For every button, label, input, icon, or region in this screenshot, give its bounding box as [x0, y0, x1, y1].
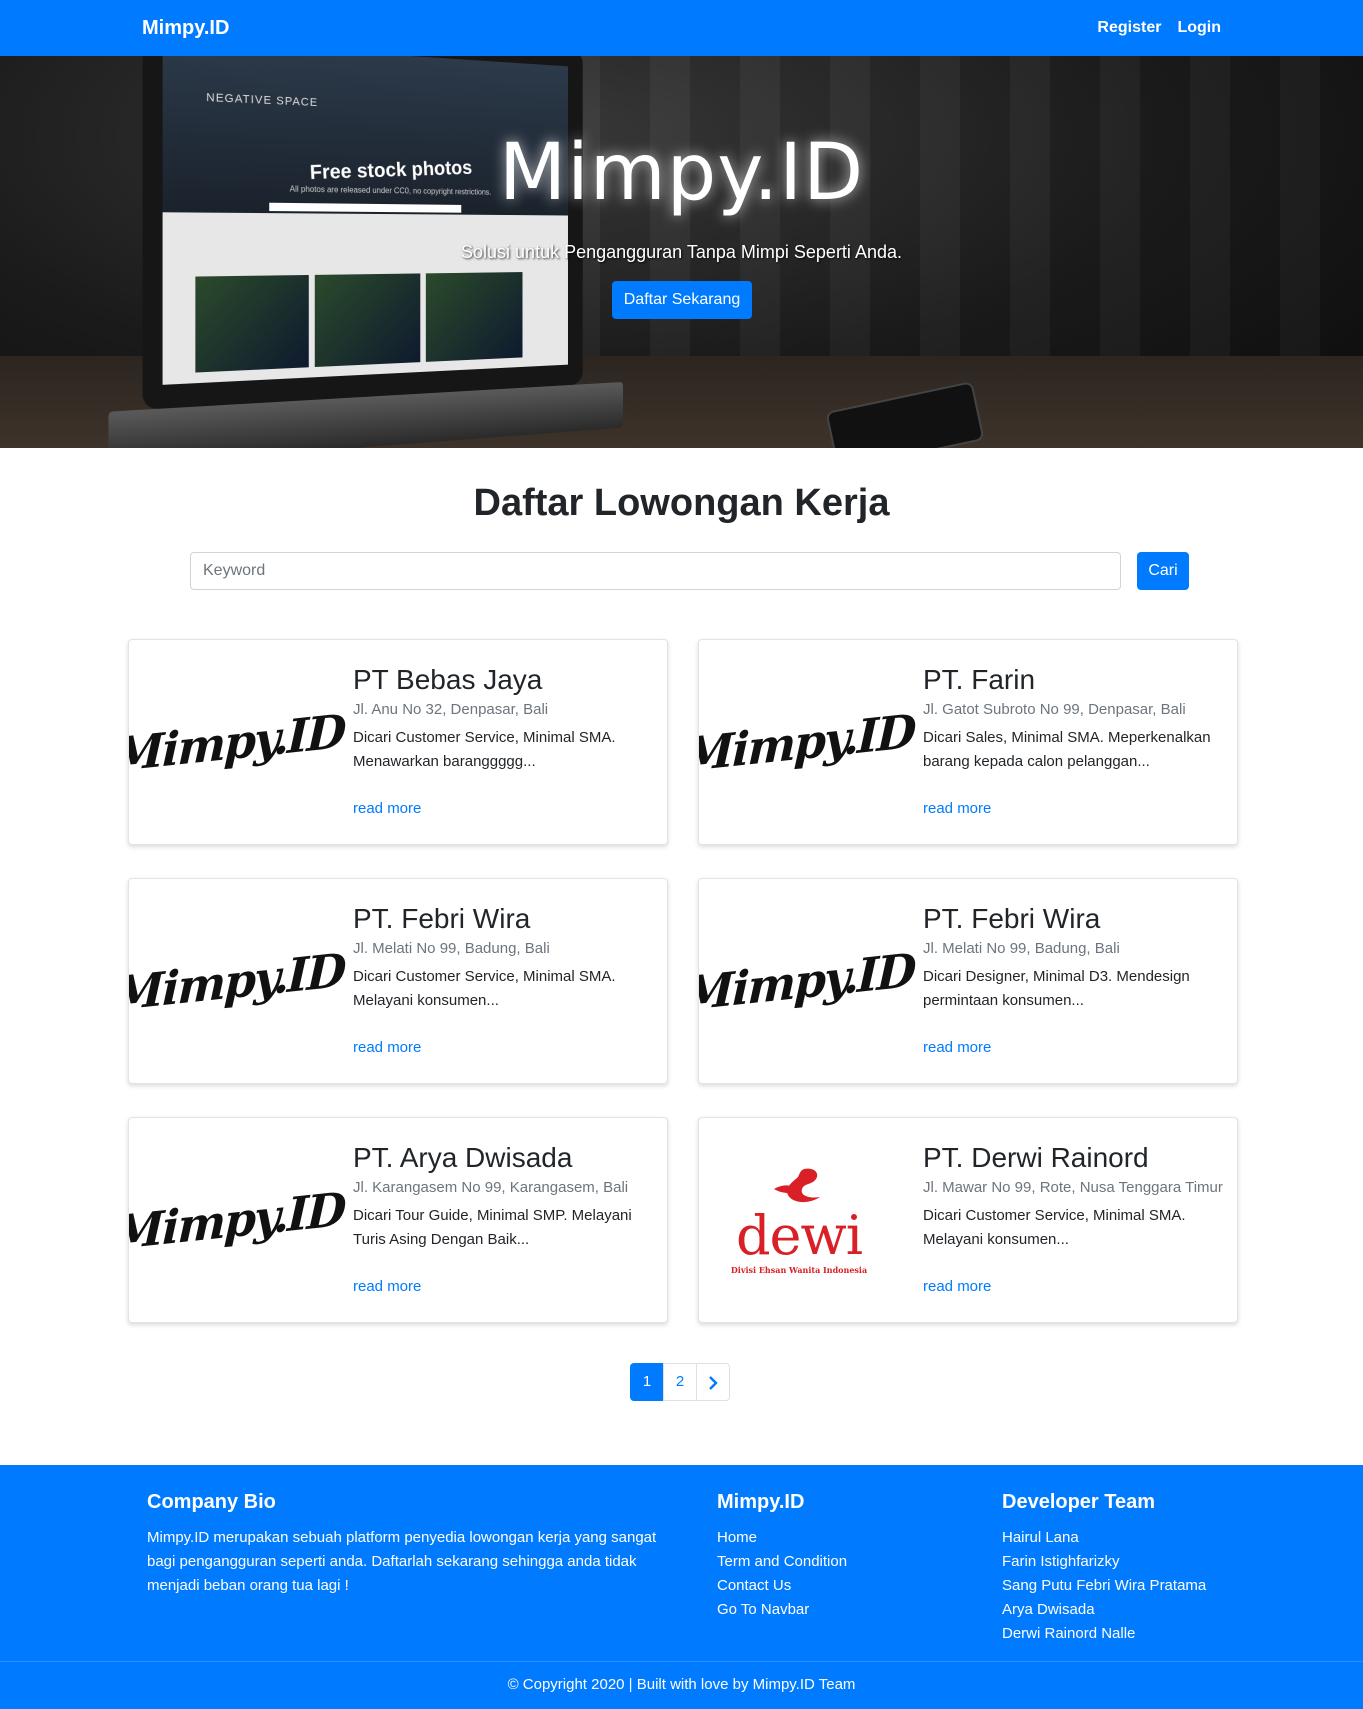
company-logo: Mimpy.ID — [129, 879, 345, 1083]
page-1-link[interactable]: 1 — [630, 1363, 664, 1401]
footer-team-title: Developer Team — [1002, 1491, 1156, 1513]
company-address: Jl. Anu No 32, Denpasar, Bali — [353, 701, 549, 718]
search-button[interactable]: Cari — [1137, 552, 1189, 590]
mimpy-logo-text: Mimpy.ID — [698, 703, 916, 783]
page-title: Daftar Lowongan Kerja — [473, 482, 890, 524]
company-address: Jl. Melati No 99, Badung, Bali — [923, 940, 1120, 957]
company-name: PT. Arya Dwisada — [353, 1142, 573, 1173]
job-card-body: PT. Febri Wira Jl. Melati No 99, Badung,… — [923, 903, 1223, 1013]
hero-subtitle: Solusi untuk Pengangguran Tanpa Mimpi Se… — [461, 242, 902, 262]
footer-link-item: Go To Navbar — [717, 1598, 847, 1622]
company-logo: Mimpy.ID — [699, 879, 915, 1083]
dewi-figure-icon — [774, 1168, 820, 1203]
chevron-right-icon — [709, 1376, 718, 1390]
read-more-link[interactable]: read more — [923, 1039, 991, 1056]
footer-site-list: Home Term and Condition Contact Us Go To… — [717, 1526, 847, 1622]
company-logo: Mimpy.ID — [129, 1118, 345, 1322]
register-now-button[interactable]: Daftar Sekarang — [612, 281, 752, 319]
mimpy-logo-text: Mimpy.ID — [698, 942, 916, 1022]
company-address: Jl. Gatot Subroto No 99, Denpasar, Bali — [923, 701, 1186, 718]
job-card: Mimpy.ID PT. Febri Wira Jl. Melati No 99… — [128, 878, 668, 1084]
search-input[interactable] — [190, 552, 1121, 590]
mimpy-logo-text: Mimpy.ID — [128, 942, 346, 1022]
login-link[interactable]: Login — [1177, 19, 1221, 37]
job-description: Dicari Customer Service, Minimal SMA. Me… — [353, 968, 616, 1009]
job-card: dewi Divisi Ehsan Wanita Indonesia PT. D… — [698, 1117, 1238, 1323]
read-more-link[interactable]: read more — [353, 800, 421, 817]
footer-company-bio: Company Bio Mimpy.ID merupakan sebuah pl… — [147, 1488, 667, 1598]
job-card: Mimpy.ID PT Bebas Jaya Jl. Anu No 32, De… — [128, 639, 668, 845]
footer-home-link[interactable]: Home — [717, 1529, 757, 1546]
job-description: Dicari Designer, Minimal D3. Mendesign p… — [923, 968, 1190, 1009]
footer-site-links: Mimpy.ID Home Term and Condition Contact… — [717, 1488, 847, 1622]
navbar: Mimpy.ID Register Login — [0, 0, 1363, 56]
company-name: PT. Febri Wira — [923, 903, 1101, 934]
hero-title: Mimpy.ID — [498, 128, 865, 218]
next-page-link[interactable] — [696, 1363, 730, 1401]
footer-team-list: Hairul Lana Farin Istighfarizky Sang Put… — [1002, 1526, 1206, 1646]
job-card: Mimpy.ID PT. Farin Jl. Gatot Subroto No … — [698, 639, 1238, 845]
job-description: Dicari Sales, Minimal SMA. Meperkenalkan… — [923, 729, 1211, 770]
footer: Company Bio Mimpy.ID merupakan sebuah pl… — [0, 1465, 1363, 1709]
dewi-logo: dewi Divisi Ehsan Wanita Indonesia — [731, 1165, 867, 1275]
footer-link-item: Home — [717, 1526, 847, 1550]
company-address: Jl. Melati No 99, Badung, Bali — [353, 940, 550, 957]
job-description: Dicari Tour Guide, Minimal SMP. Melayani… — [353, 1207, 632, 1248]
read-more-link[interactable]: read more — [923, 800, 991, 817]
pagination: 1 2 — [630, 1363, 730, 1401]
job-card: Mimpy.ID PT. Arya Dwisada Jl. Karangasem… — [128, 1117, 668, 1323]
company-address: Jl. Karangasem No 99, Karangasem, Bali — [353, 1179, 629, 1196]
dewi-logo-tagline: Divisi Ehsan Wanita Indonesia — [730, 1265, 868, 1275]
job-card-body: PT. Febri Wira Jl. Melati No 99, Badung,… — [353, 903, 653, 1013]
job-card-body: PT. Farin Jl. Gatot Subroto No 99, Denpa… — [923, 664, 1223, 774]
footer-bio-text: Mimpy.ID merupakan sebuah platform penye… — [147, 1529, 657, 1594]
read-more-link[interactable]: read more — [353, 1278, 421, 1295]
hero-banner: NEGATIVE SPACE Free stock photos All pho… — [0, 56, 1363, 448]
footer-navbar-link[interactable]: Go To Navbar — [717, 1601, 809, 1618]
page-2-link[interactable]: 2 — [663, 1363, 697, 1401]
brand-link[interactable]: Mimpy.ID — [142, 17, 229, 40]
read-more-link[interactable]: read more — [923, 1278, 991, 1295]
company-logo: Mimpy.ID — [699, 640, 915, 844]
job-description: Dicari Customer Service, Minimal SMA. Me… — [923, 1207, 1186, 1248]
footer-bio-title: Company Bio — [147, 1491, 276, 1513]
company-logo: Mimpy.ID — [129, 640, 345, 844]
footer-site-title: Mimpy.ID — [717, 1491, 805, 1513]
dewi-logo-text: dewi — [735, 1204, 863, 1267]
nav-links: Register Login — [1097, 19, 1221, 37]
footer-link-item: Term and Condition — [717, 1550, 847, 1574]
job-card: Mimpy.ID PT. Febri Wira Jl. Melati No 99… — [698, 878, 1238, 1084]
team-member: Arya Dwisada — [1002, 1601, 1095, 1618]
team-member: Derwi Rainord Nalle — [1002, 1625, 1136, 1642]
job-card-body: PT. Arya Dwisada Jl. Karangasem No 99, K… — [353, 1142, 653, 1252]
read-more-link[interactable]: read more — [353, 1039, 421, 1056]
company-name: PT Bebas Jaya — [353, 664, 543, 695]
footer-contact-link[interactable]: Contact Us — [717, 1577, 791, 1594]
team-member: Farin Istighfarizky — [1002, 1553, 1120, 1570]
company-name: PT. Farin — [923, 664, 1036, 695]
company-logo: dewi Divisi Ehsan Wanita Indonesia — [699, 1118, 899, 1322]
job-description: Dicari Customer Service, Minimal SMA. Me… — [353, 729, 616, 770]
company-name: PT. Febri Wira — [353, 903, 531, 934]
company-address: Jl. Mawar No 99, Rote, Nusa Tenggara Tim… — [923, 1179, 1223, 1196]
footer-developer-team: Developer Team Hairul Lana Farin Istighf… — [1002, 1488, 1206, 1646]
job-card-body: PT Bebas Jaya Jl. Anu No 32, Denpasar, B… — [353, 664, 653, 774]
footer-link-item: Contact Us — [717, 1574, 847, 1598]
mimpy-logo-text: Mimpy.ID — [128, 1181, 346, 1261]
copyright: © Copyright 2020 | Built with love by Mi… — [0, 1661, 1363, 1709]
footer-terms-link[interactable]: Term and Condition — [717, 1553, 847, 1570]
screen-photo-tiles — [195, 272, 523, 373]
mimpy-logo-text: Mimpy.ID — [128, 703, 346, 783]
register-link[interactable]: Register — [1097, 19, 1161, 37]
team-member: Sang Putu Febri Wira Pratama — [1002, 1577, 1207, 1594]
team-member: Hairul Lana — [1002, 1529, 1079, 1546]
company-name: PT. Derwi Rainord — [923, 1142, 1149, 1173]
laptop-screen: NEGATIVE SPACE Free stock photos All pho… — [162, 56, 568, 385]
job-card-body: PT. Derwi Rainord Jl. Mawar No 99, Rote,… — [923, 1142, 1223, 1252]
